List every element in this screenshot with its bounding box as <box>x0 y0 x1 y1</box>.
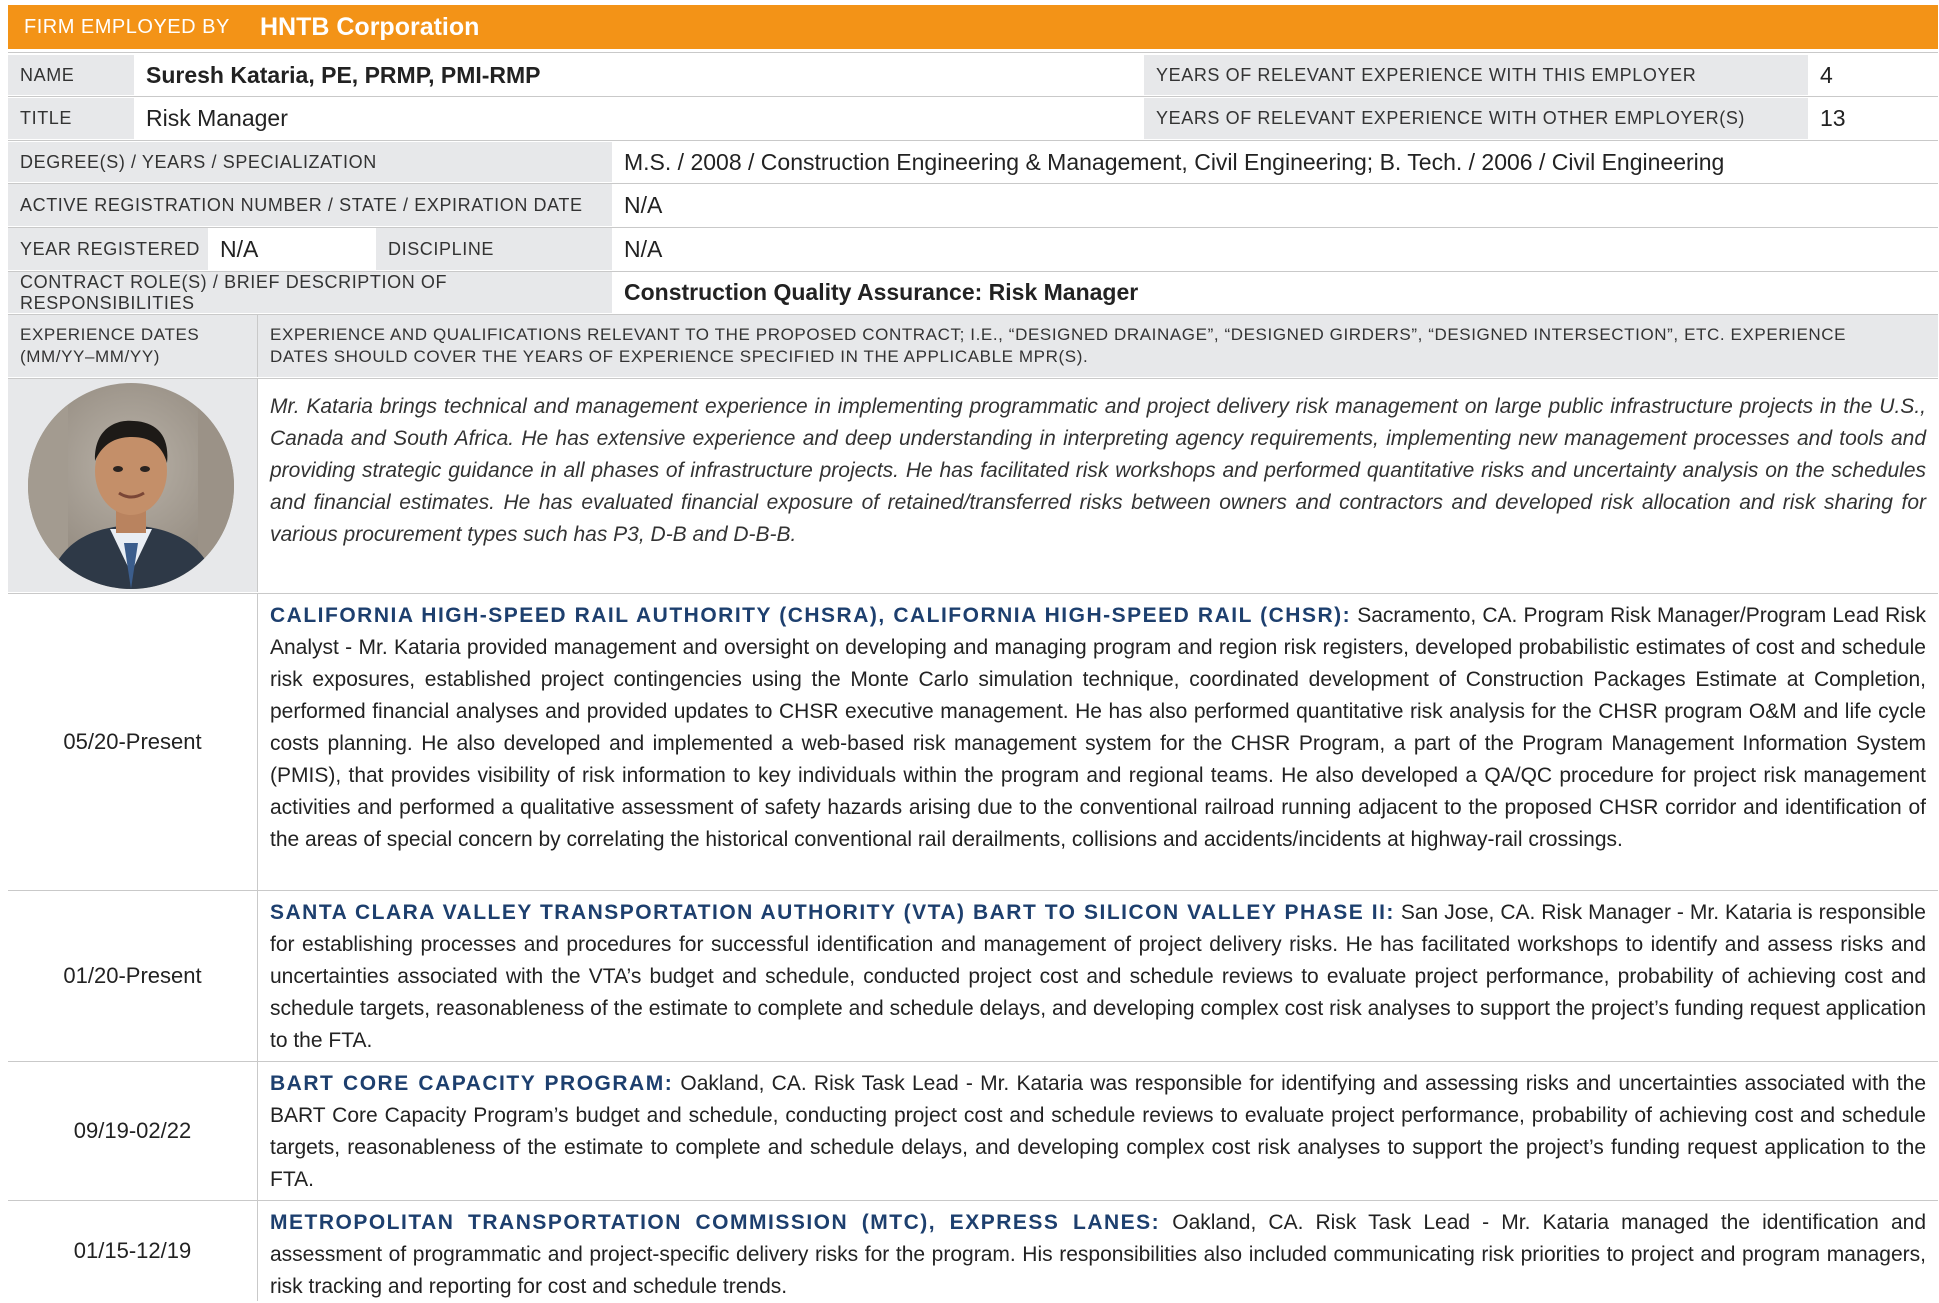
entry-description: SANTA CLARA VALLEY TRANSPORTATION AUTHOR… <box>270 897 1926 1057</box>
entry-project-name: METROPOLITAN TRANSPORTATION COMMISSION (… <box>270 1211 1161 1234</box>
contract-role-label: CONTRACT ROLE(S) / BRIEF DESCRIPTION OF … <box>8 272 612 313</box>
experience-entry: 01/20-Present SANTA CLARA VALLEY TRANSPO… <box>8 891 1938 1061</box>
years-other-label: YEARS OF RELEVANT EXPERIENCE WITH OTHER … <box>1144 98 1808 139</box>
entry-date: 05/20-Present <box>8 594 258 890</box>
years-this-label: YEARS OF RELEVANT EXPERIENCE WITH THIS E… <box>1144 55 1808 95</box>
registration-value: N/A <box>612 184 1938 226</box>
degree-value: M.S. / 2008 / Construction Engineering &… <box>612 142 1938 182</box>
entry-project-name: CALIFORNIA HIGH-SPEED RAIL AUTHORITY (CH… <box>270 604 1352 627</box>
discipline-value: N/A <box>612 228 1938 270</box>
portrait-photo <box>28 383 234 589</box>
bio-text: Mr. Kataria brings technical and managem… <box>270 395 1926 546</box>
entry-project-name: SANTA CLARA VALLEY TRANSPORTATION AUTHOR… <box>270 901 1395 924</box>
title-label: TITLE <box>8 98 134 139</box>
years-this-value: 4 <box>1808 55 1938 95</box>
resume-form: FIRM EMPLOYED BY HNTB Corporation NAME S… <box>0 0 1939 1301</box>
experience-entry: 05/20-Present CALIFORNIA HIGH-SPEED RAIL… <box>8 594 1938 890</box>
firm-label: FIRM EMPLOYED BY <box>24 15 230 38</box>
entry-date: 01/20-Present <box>8 891 258 1061</box>
contract-role-value: Construction Quality Assurance: Risk Man… <box>612 272 1938 313</box>
name-value: Suresh Kataria, PE, PRMP, PMI-RMP <box>134 55 1144 95</box>
year-discipline-row: YEAR REGISTERED N/A DISCIPLINE N/A <box>8 228 1938 270</box>
registration-label: ACTIVE REGISTRATION NUMBER / STATE / EXP… <box>8 184 612 226</box>
entry-description: CALIFORNIA HIGH-SPEED RAIL AUTHORITY (CH… <box>270 600 1926 856</box>
title-row: TITLE Risk Manager YEARS OF RELEVANT EXP… <box>8 98 1938 139</box>
entry-description: BART CORE CAPACITY PROGRAM: Oakland, CA.… <box>270 1068 1926 1196</box>
entry-date: 09/19-02/22 <box>8 1062 258 1200</box>
experience-dates-label-line2: (MM/YY–MM/YY) <box>20 347 161 366</box>
bio-row: Mr. Kataria brings technical and managem… <box>8 379 1938 592</box>
experience-dates-label: EXPERIENCE DATES (MM/YY–MM/YY) <box>8 315 258 377</box>
firm-value: HNTB Corporation <box>260 12 480 41</box>
experience-header-row: EXPERIENCE DATES (MM/YY–MM/YY) EXPERIENC… <box>8 315 1938 377</box>
discipline-label: DISCIPLINE <box>376 228 612 270</box>
firm-header: FIRM EMPLOYED BY HNTB Corporation <box>8 5 1938 49</box>
contract-role-row: CONTRACT ROLE(S) / BRIEF DESCRIPTION OF … <box>8 272 1938 313</box>
year-registered-label: YEAR REGISTERED <box>8 228 208 270</box>
name-row: NAME Suresh Kataria, PE, PRMP, PMI-RMP Y… <box>8 55 1938 95</box>
entry-project-name: BART CORE CAPACITY PROGRAM: <box>270 1072 674 1095</box>
entry-details: Sacramento, CA. Program Risk Manager/Pro… <box>270 604 1926 851</box>
photo-cell <box>8 379 258 592</box>
degree-label: DEGREE(S) / YEARS / SPECIALIZATION <box>8 142 612 182</box>
experience-desc-label: EXPERIENCE AND QUALIFICATIONS RELEVANT T… <box>270 325 1847 366</box>
entry-description: METROPOLITAN TRANSPORTATION COMMISSION (… <box>270 1207 1926 1303</box>
name-label: NAME <box>8 55 134 95</box>
year-registered-value: N/A <box>208 228 376 270</box>
experience-entry: 09/19-02/22 BART CORE CAPACITY PROGRAM: … <box>8 1062 1938 1200</box>
degree-row: DEGREE(S) / YEARS / SPECIALIZATION M.S. … <box>8 142 1938 182</box>
registration-row: ACTIVE REGISTRATION NUMBER / STATE / EXP… <box>8 184 1938 226</box>
experience-entry: 01/15-12/19 METROPOLITAN TRANSPORTATION … <box>8 1201 1938 1301</box>
years-other-value: 13 <box>1808 98 1938 139</box>
entry-date: 01/15-12/19 <box>8 1201 258 1301</box>
title-value: Risk Manager <box>134 98 1144 139</box>
experience-dates-label-line1: EXPERIENCE DATES <box>20 325 200 344</box>
